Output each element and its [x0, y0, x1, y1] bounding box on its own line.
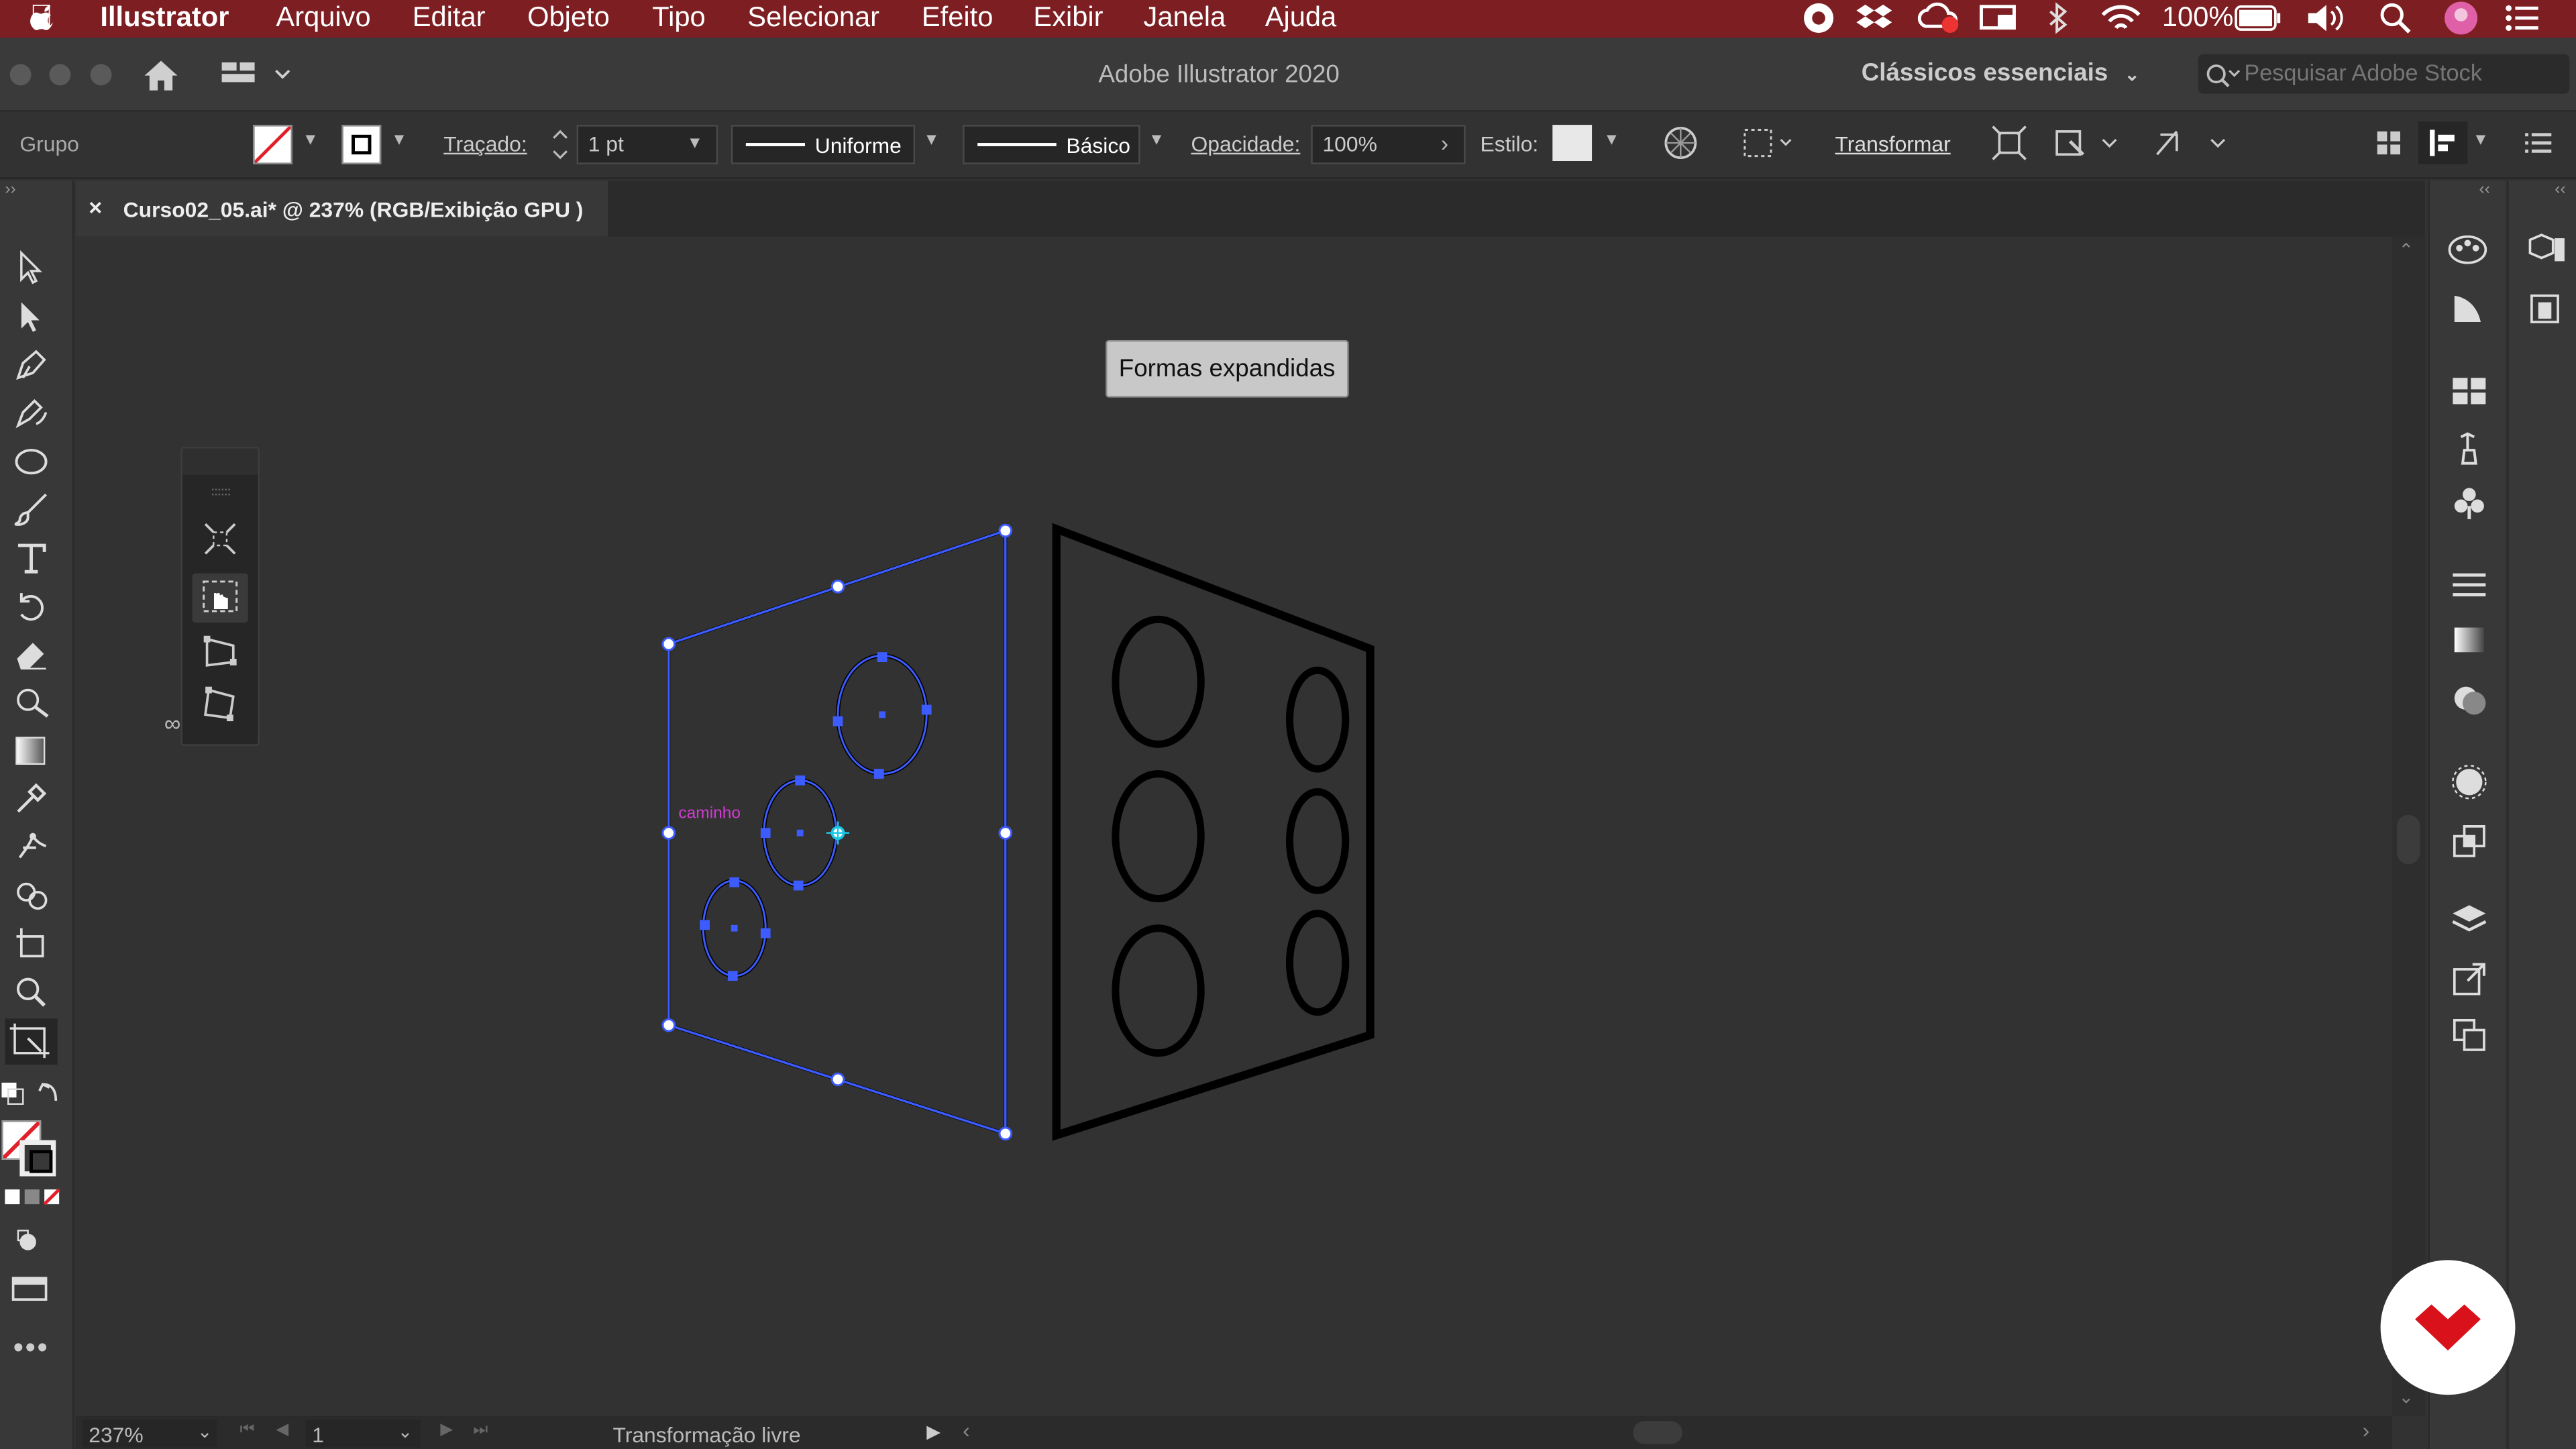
panel-dock-secondary: ‹‹	[2507, 180, 2576, 1449]
free-transform-mode-button[interactable]	[192, 573, 248, 623]
layers-icon[interactable]	[2449, 900, 2489, 940]
artboard-number-value: 1	[312, 1422, 325, 1448]
free-distort-icon[interactable]	[201, 685, 240, 724]
zoom-level-field[interactable]: 237% ⌄	[82, 1419, 217, 1448]
right-hole	[1112, 769, 1205, 903]
panel-dock: ‹‹	[2428, 180, 2506, 1449]
asset-export-icon[interactable]	[2449, 959, 2489, 999]
swatches-icon[interactable]	[2449, 371, 2489, 411]
properties-icon[interactable]	[2525, 289, 2568, 329]
widget-header[interactable]	[182, 448, 258, 475]
right-hole	[1112, 615, 1205, 748]
artboard-number-field[interactable]: 1 ⌄	[305, 1419, 421, 1448]
gradient-panel-icon[interactable]	[2449, 621, 2489, 661]
right-panel-outline	[1052, 523, 1375, 1141]
artboards-panel-icon[interactable]	[2449, 1015, 2489, 1055]
constrain-icon[interactable]	[201, 519, 240, 559]
link-icon[interactable]: ∞	[164, 710, 180, 736]
right-hole	[1285, 910, 1350, 1016]
collapse-dock-icon[interactable]: ‹‹	[2479, 180, 2490, 199]
free-transform-widget	[180, 447, 260, 746]
collapse-dock2-icon[interactable]: ‹‹	[2555, 180, 2565, 199]
grip-icon[interactable]	[211, 488, 232, 498]
last-artboard-icon[interactable]: ⏭	[473, 1421, 488, 1439]
graphic-styles-icon[interactable]	[2449, 822, 2489, 861]
artwork	[661, 523, 1375, 1141]
crosshair-icon	[826, 821, 850, 845]
tool-status-text: Transformação livre	[612, 1422, 801, 1448]
free-transform-hand-icon	[203, 580, 238, 612]
first-artboard-icon[interactable]: ⏮	[240, 1421, 255, 1439]
color-icon[interactable]	[2449, 289, 2489, 329]
appearance-icon[interactable]	[2449, 762, 2489, 802]
scroll-left-icon[interactable]: ‹	[963, 1417, 970, 1442]
right-hole	[1112, 924, 1205, 1057]
tooltip: Formas expandidas	[1106, 339, 1348, 398]
stroke-panel-icon[interactable]	[2449, 565, 2489, 604]
zoom-level-value: 237%	[89, 1422, 144, 1448]
chevron-down-icon: ⌄	[397, 1422, 413, 1443]
perspective-distort-icon[interactable]	[201, 633, 240, 672]
course-logo	[2380, 1260, 2516, 1395]
right-hole	[1285, 788, 1350, 894]
status-bar: 237% ⌄ ⏮ ◀ 1 ⌄ ▶ ⏭ Transformação livre ▶…	[75, 1416, 2392, 1449]
brand-logo-icon	[2415, 1304, 2481, 1351]
vertical-scroll-thumb[interactable]	[2397, 814, 2420, 865]
left-panel-selected-group[interactable]	[661, 523, 1013, 1141]
previous-artboard-icon[interactable]: ◀	[276, 1421, 288, 1439]
symbols-icon[interactable]	[2449, 483, 2489, 523]
color-guide-icon[interactable]	[2447, 230, 2489, 270]
chevron-down-icon: ⌄	[197, 1422, 213, 1443]
status-menu-icon[interactable]: ▶	[926, 1421, 941, 1442]
scroll-up-icon[interactable]: ⌃	[2399, 240, 2414, 261]
transparency-icon[interactable]	[2449, 680, 2489, 720]
right-panel-shape[interactable]	[1052, 523, 1375, 1141]
libraries-icon[interactable]	[2525, 230, 2568, 270]
smart-guide-label: caminho	[678, 805, 741, 823]
brushes-icon[interactable]	[2449, 427, 2489, 467]
horizontal-scroll-thumb[interactable]	[1633, 1421, 1682, 1444]
next-artboard-icon[interactable]: ▶	[440, 1421, 453, 1439]
vertical-scrollbar[interactable]: ⌃ ⌄	[2392, 236, 2425, 1417]
right-hole	[1285, 666, 1350, 773]
scroll-right-icon[interactable]: ›	[2363, 1417, 2370, 1442]
